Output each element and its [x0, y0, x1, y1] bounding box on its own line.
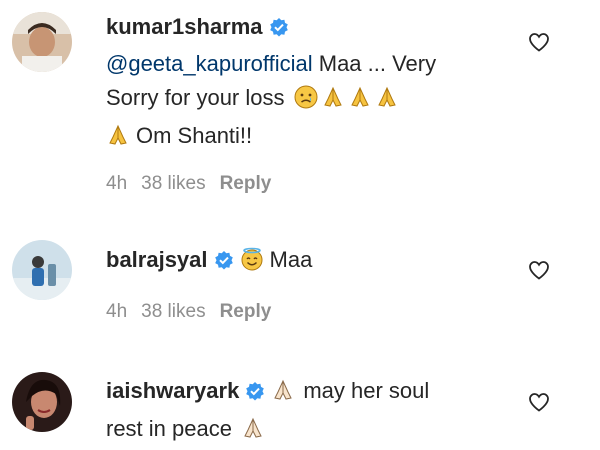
comment-text: Maa ... Very: [312, 51, 437, 76]
mention-link[interactable]: @geeta_kapurofficial: [106, 51, 313, 76]
like-heart-icon[interactable]: [527, 30, 551, 54]
comment-meta: 4h 38 likes Reply: [106, 173, 506, 195]
reply-button[interactable]: Reply: [220, 173, 272, 194]
sad-face-icon: [294, 85, 318, 119]
likes-count[interactable]: 38 likes: [141, 173, 205, 194]
avatar[interactable]: [12, 372, 72, 432]
folded-hands-icon: [348, 85, 372, 119]
smiling-face-with-halo-icon: [240, 247, 264, 281]
folded-hands-icon: [321, 85, 345, 119]
comment-meta: 4h 38 likes Reply: [106, 301, 506, 323]
comment-text: Om Shanti!!: [136, 123, 253, 148]
verified-badge-icon: [245, 377, 265, 411]
username[interactable]: iaishwaryark: [106, 378, 239, 403]
likes-count[interactable]: 38 likes: [141, 301, 205, 322]
verified-badge-icon: [214, 246, 234, 280]
comment-text: Sorry for your loss: [106, 85, 285, 110]
folded-hands-icon: [241, 416, 265, 450]
folded-hands-icon: [271, 378, 295, 412]
avatar[interactable]: [12, 12, 72, 72]
folded-hands-icon: [106, 123, 130, 157]
timestamp[interactable]: 4h: [106, 301, 127, 322]
username[interactable]: kumar1sharma: [106, 14, 263, 39]
timestamp[interactable]: 4h: [106, 173, 127, 194]
comment-text: Maa: [269, 247, 313, 272]
like-heart-icon[interactable]: [527, 258, 551, 282]
reply-button[interactable]: Reply: [220, 301, 272, 322]
avatar[interactable]: [12, 240, 72, 300]
comment-text: may her soul: [303, 378, 430, 403]
folded-hands-icon: [375, 85, 399, 119]
username[interactable]: balrajsyal: [106, 247, 208, 272]
verified-badge-icon: [269, 13, 289, 47]
comment-text: rest in peace: [106, 416, 232, 441]
like-heart-icon[interactable]: [527, 390, 551, 414]
